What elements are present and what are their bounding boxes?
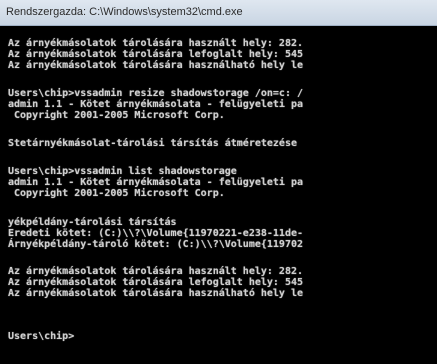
console-line: Árnyékpéldány-tároló kötet: (C:)\\?\Volu… — [8, 239, 304, 250]
console-line: Az árnyékmásolatok tárolására használhat… — [8, 60, 304, 71]
title-bar[interactable]: Rendszergazda: C:\Windows\system32\cmd.e… — [0, 0, 437, 26]
cmd-window: Rendszergazda: C:\Windows\system32\cmd.e… — [0, 0, 437, 364]
console-line: Az árnyékmásolatok tárolására használt h… — [8, 266, 304, 277]
console-line: Users\chip>vssadmin resize shadowstorage… — [8, 88, 304, 99]
console-line: Copyright 2001-2005 Microsoft Corp. — [8, 188, 225, 199]
console-line: Az árnyékmásolatok tárolására használt h… — [8, 38, 304, 49]
console-line: admin 1.1 - Kötet árnyékmásolata - felüg… — [8, 177, 304, 188]
console-line: Az árnyékmásolatok tárolására használhat… — [8, 288, 304, 299]
console-line: Az árnyékmásolatok tárolására lefoglalt … — [8, 49, 304, 60]
console-line: Stetárnyékmásolat-tárolási társítás átmé… — [8, 138, 297, 149]
command-prompt[interactable]: Users\chip> — [8, 331, 74, 342]
window-title: Rendszergazda: C:\Windows\system32\cmd.e… — [6, 6, 243, 18]
console-line: Az árnyékmásolatok tárolására lefoglalt … — [8, 277, 304, 288]
console-line: Users\chip>vssadmin list shadowstorage — [8, 166, 237, 177]
console-line: admin 1.1 - Kötet árnyékmásolata - felüg… — [8, 99, 304, 110]
console-line: Eredeti kötet: (C:)\\?\Volume{11970221-e… — [8, 228, 304, 239]
console-output[interactable]: Az árnyékmásolatok tárolására használt h… — [0, 26, 437, 364]
console-line: yékpéldány-tárolási társítás — [8, 217, 177, 228]
console-line: Copyright 2001-2005 Microsoft Corp. — [8, 110, 225, 121]
